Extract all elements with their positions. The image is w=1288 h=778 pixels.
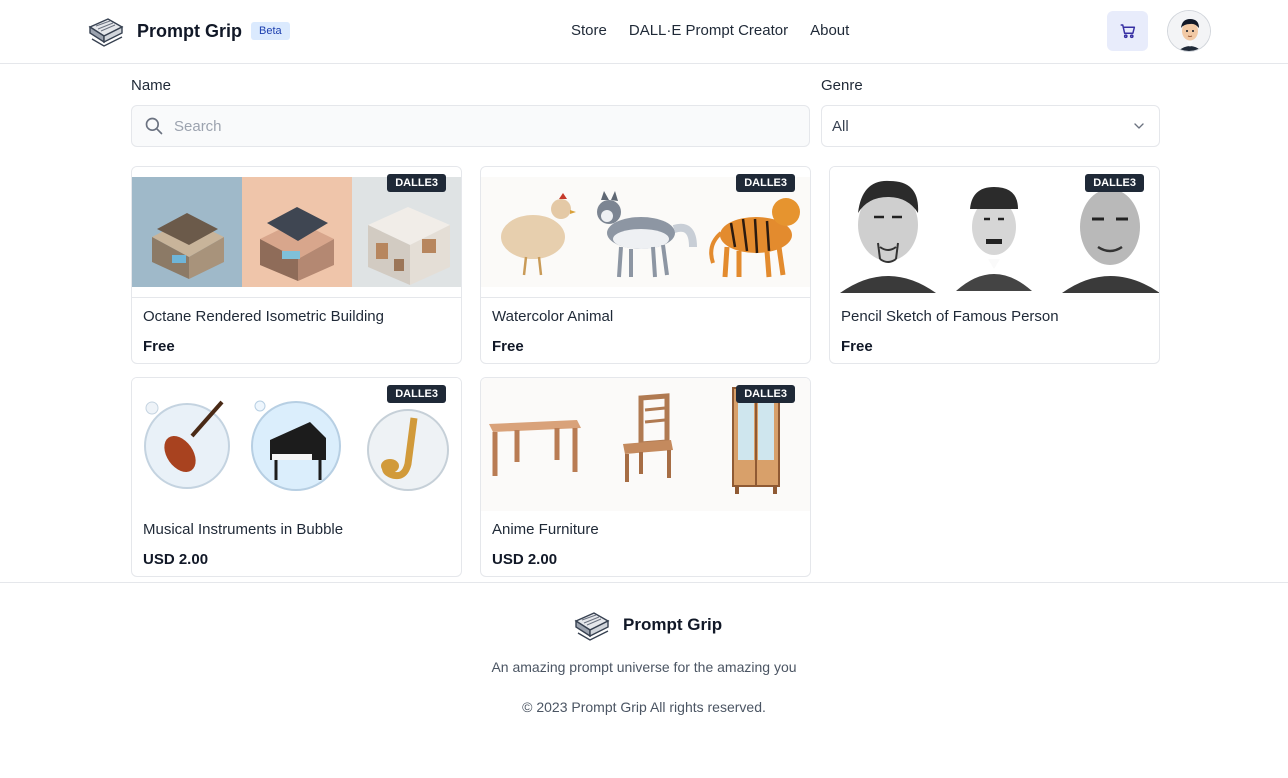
product-card-musical-instruments[interactable]: DALLE3 Musical Instruments in Bubble USD…: [131, 377, 462, 577]
book-logo-icon: [88, 18, 124, 47]
product-thumbnail: DALLE3: [830, 167, 1159, 298]
search-icon: [145, 117, 163, 135]
top-nav-bar: Prompt Grip Beta Store DALL·E Prompt Cre…: [0, 0, 1288, 64]
dalle3-badge: DALLE3: [736, 385, 795, 403]
footer-copyright: © 2023 Prompt Grip All rights reserved.: [522, 699, 766, 715]
footer-brand: Prompt Grip: [572, 607, 722, 643]
product-card-watercolor-animal[interactable]: DALLE3 Watercolor Animal Free: [480, 166, 811, 364]
book-logo-icon: [574, 612, 610, 641]
dalle3-badge: DALLE3: [387, 174, 446, 192]
dalle3-badge: DALLE3: [736, 174, 795, 192]
product-title: Musical Instruments in Bubble: [143, 521, 344, 538]
product-title: Pencil Sketch of Famous Person: [841, 308, 1059, 325]
brand-link[interactable]: Prompt Grip Beta: [86, 13, 290, 49]
footer-tagline: An amazing prompt universe for the amazi…: [491, 659, 797, 675]
cart-button[interactable]: [1107, 11, 1148, 51]
user-avatar-icon: [1168, 11, 1210, 51]
product-thumbnail: DALLE3: [132, 167, 461, 298]
product-price: Free: [492, 338, 524, 355]
product-thumbnail: DALLE3: [481, 378, 810, 511]
genre-select-value: All: [832, 117, 849, 135]
shopping-cart-icon: [1120, 24, 1135, 39]
product-thumbnail: DALLE3: [132, 378, 461, 511]
user-avatar-button[interactable]: [1167, 10, 1211, 52]
nav-about[interactable]: About: [810, 22, 849, 39]
product-card-anime-furniture[interactable]: DALLE3 Anime Furniture USD 2.00: [480, 377, 811, 577]
product-price: Free: [841, 338, 873, 355]
beta-badge: Beta: [251, 22, 290, 40]
product-price: USD 2.00: [492, 551, 558, 568]
main-nav: Store DALL·E Prompt Creator About: [571, 22, 849, 39]
product-price: USD 2.00: [143, 551, 209, 568]
genre-select[interactable]: All: [821, 105, 1160, 147]
product-title: Octane Rendered Isometric Building: [143, 308, 384, 325]
product-price: Free: [143, 338, 175, 355]
product-card-pencil-sketch[interactable]: DALLE3 Pencil Sketch of Famous Person Fr…: [829, 166, 1160, 364]
product-title: Anime Furniture: [492, 521, 599, 538]
product-title: Watercolor Animal: [492, 308, 614, 325]
search-field[interactable]: [131, 105, 810, 147]
product-card-isometric-building[interactable]: DALLE3 Octane Rendered Isometric Buildin…: [131, 166, 462, 364]
name-filter-label: Name: [131, 77, 172, 94]
search-input[interactable]: [174, 117, 774, 135]
brand-name: Prompt Grip: [137, 20, 243, 41]
dalle3-badge: DALLE3: [1085, 174, 1144, 192]
dalle3-badge: DALLE3: [387, 385, 446, 403]
footer: Prompt Grip An amazing prompt universe f…: [0, 582, 1288, 778]
chevron-down-icon: [1134, 123, 1144, 129]
footer-brand-name: Prompt Grip: [623, 615, 723, 634]
nav-store[interactable]: Store: [571, 22, 607, 39]
product-thumbnail: DALLE3: [481, 167, 810, 298]
genre-filter-label: Genre: [821, 77, 863, 94]
nav-dalle-prompt-creator[interactable]: DALL·E Prompt Creator: [629, 22, 788, 39]
